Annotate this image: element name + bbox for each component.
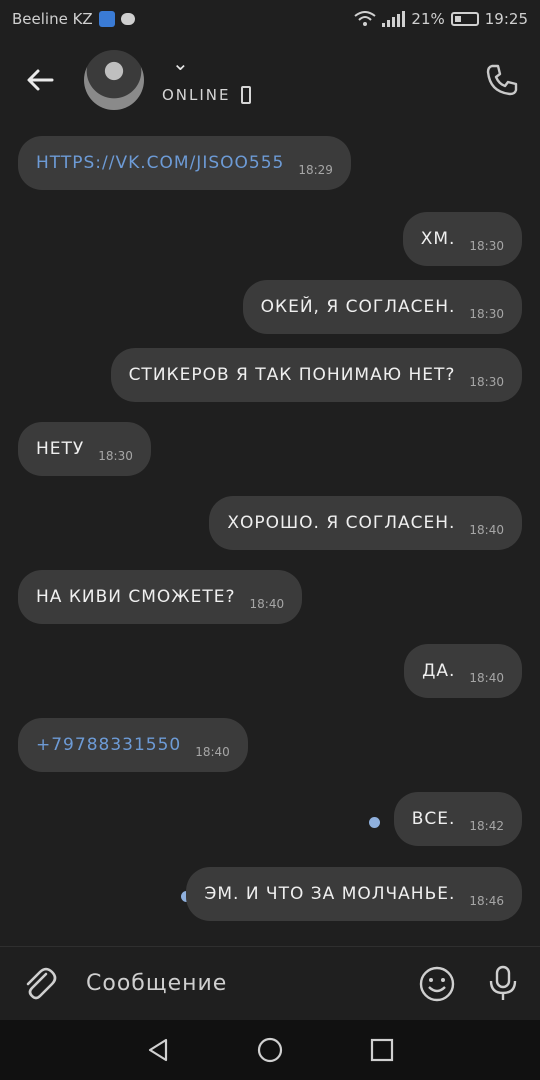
message-text: хорошо. я согласен. <box>227 513 456 533</box>
contact-title[interactable]: ⌄ ONLINE <box>162 53 251 104</box>
message-text: все. <box>411 809 456 829</box>
message-bubble[interactable]: на киви сможете? 18:40 <box>18 570 303 624</box>
message-bubble[interactable]: стикеров я так понимаю нет? 18:30 <box>110 348 522 402</box>
message-text: эм. и что за молчанье. <box>204 884 456 904</box>
message-time: 18:40 <box>249 597 285 611</box>
message-link[interactable]: https://vk.com/jisoo555 <box>36 153 284 173</box>
compose-bar: Сообщение <box>0 946 540 1020</box>
unread-indicator <box>369 817 380 828</box>
message-time: 18:40 <box>469 671 504 685</box>
avatar[interactable] <box>84 50 144 110</box>
shield-icon <box>98 11 115 27</box>
online-status: ONLINE <box>162 86 231 104</box>
message-bubble[interactable]: эм. и что за молчанье. 18:46 <box>186 867 522 921</box>
emoji-icon[interactable] <box>418 965 456 1003</box>
message-bubble[interactable]: хорошо. я согласен. 18:40 <box>209 496 522 550</box>
system-nav-bar <box>0 1020 540 1080</box>
paperclip-icon[interactable] <box>20 964 60 1004</box>
message-time: 18:30 <box>469 307 504 321</box>
message-text: стикеров я так понимаю нет? <box>128 365 456 385</box>
back-button[interactable] <box>16 56 64 104</box>
message-bubble[interactable]: окей, я согласен. 18:30 <box>242 280 522 334</box>
nav-recents-icon[interactable] <box>368 1036 396 1064</box>
message-list[interactable]: https://vk.com/jisoo555 18:29 хм. 18:30 … <box>0 122 540 944</box>
arrow-left-icon <box>27 69 54 91</box>
message-input[interactable]: Сообщение <box>86 971 418 996</box>
microphone-icon[interactable] <box>486 965 520 1003</box>
notification-chat-icon <box>120 13 135 25</box>
message-bubble[interactable]: да. 18:40 <box>404 644 522 698</box>
message-bubble[interactable]: https://vk.com/jisoo555 18:29 <box>18 136 351 190</box>
message-text: хм. <box>420 229 456 249</box>
message-time: 18:30 <box>98 449 133 463</box>
chevron-down-icon[interactable]: ⌄ <box>172 53 251 73</box>
message-text: окей, я согласен. <box>260 297 456 317</box>
message-time: 18:30 <box>469 239 504 253</box>
status-bar: Beeline KZ 21% 19:25 <box>0 0 540 38</box>
message-time: 18:40 <box>469 523 504 537</box>
message-time: 18:46 <box>469 894 504 908</box>
clock: 19:25 <box>484 10 528 28</box>
message-time: 18:29 <box>298 163 333 177</box>
message-time: 18:42 <box>469 819 504 833</box>
message-bubble[interactable]: нету 18:30 <box>18 422 151 476</box>
nav-back-icon[interactable] <box>144 1036 172 1064</box>
message-time: 18:40 <box>195 745 230 759</box>
message-text: нету <box>36 439 85 459</box>
wifi-icon <box>354 11 377 26</box>
mobile-device-icon <box>240 86 251 104</box>
message-bubble[interactable]: хм. 18:30 <box>402 212 522 266</box>
battery-percent: 21% <box>411 10 445 28</box>
message-time: 18:30 <box>469 375 504 389</box>
phone-icon[interactable] <box>482 60 522 100</box>
carrier-name: Beeline KZ <box>12 10 93 28</box>
message-text: да. <box>422 661 456 681</box>
message-phone-link[interactable]: +79788331550 <box>36 735 181 755</box>
signal-icon <box>382 11 406 27</box>
chat-header: ⌄ ONLINE <box>0 38 540 122</box>
message-bubble[interactable]: все. 18:42 <box>393 792 522 846</box>
message-text: на киви сможете? <box>36 587 236 607</box>
nav-home-icon[interactable] <box>256 1036 284 1064</box>
battery-icon <box>450 12 479 26</box>
message-bubble[interactable]: +79788331550 18:40 <box>18 718 248 772</box>
